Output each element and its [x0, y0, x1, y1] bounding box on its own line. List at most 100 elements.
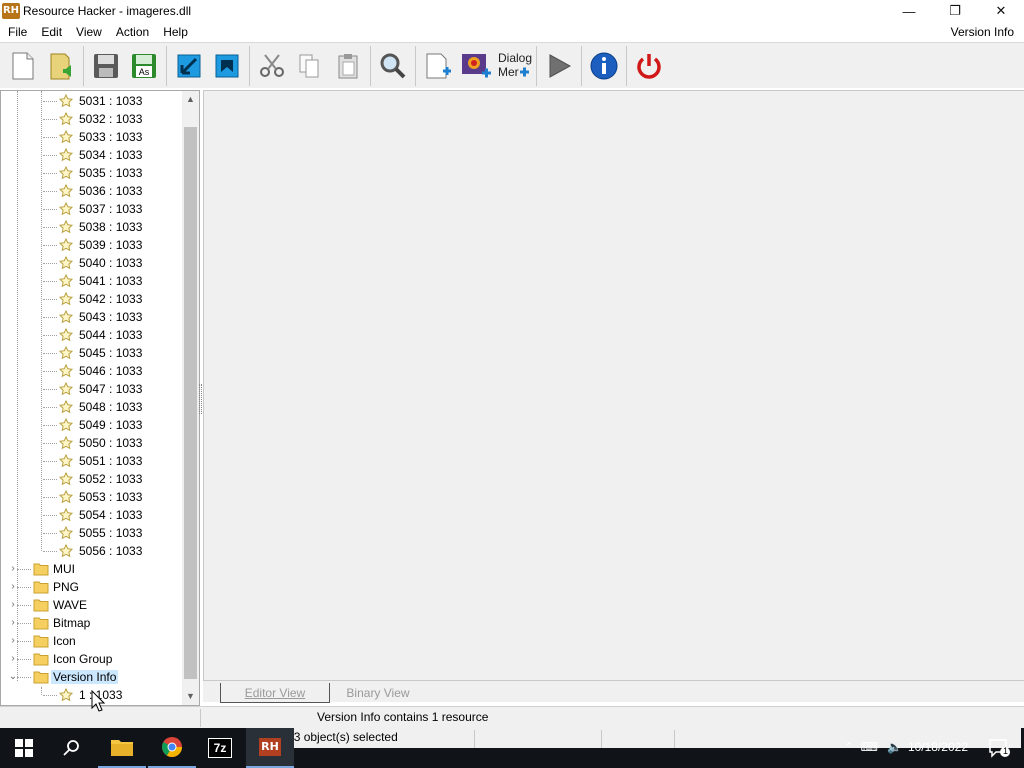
tree-item[interactable]: 5035 : 1033 [1, 164, 183, 182]
search-button[interactable] [48, 728, 96, 768]
tree-item[interactable]: 5048 : 1033 [1, 398, 183, 416]
editor-pane[interactable] [203, 90, 1024, 680]
open-file-button[interactable] [42, 46, 80, 86]
taskbar-resource-hacker[interactable]: RH [246, 728, 294, 768]
tree-item[interactable]: 5043 : 1033 [1, 308, 183, 326]
tree-item[interactable]: 5039 : 1033 [1, 236, 183, 254]
tree-item[interactable]: 5037 : 1033 [1, 200, 183, 218]
tree-item-label: 5035 : 1033 [79, 166, 143, 180]
tree-folder-icon-group[interactable]: › Icon Group [1, 650, 183, 668]
save-as-button[interactable]: As [125, 46, 163, 86]
tree-item[interactable]: 5049 : 1033 [1, 416, 183, 434]
tree-item[interactable]: 5046 : 1033 [1, 362, 183, 380]
tree-item-label: 5034 : 1033 [79, 148, 143, 162]
run-script-button[interactable] [540, 46, 578, 86]
menu-action[interactable]: Action [109, 25, 156, 39]
tree-item[interactable]: 5052 : 1033 [1, 470, 183, 488]
tree-item[interactable]: 5042 : 1033 [1, 290, 183, 308]
tree-folder-label: Version Info [51, 670, 119, 684]
taskbar-chrome[interactable] [148, 728, 196, 768]
tree-item[interactable]: 5055 : 1033 [1, 524, 183, 542]
new-script-button[interactable] [4, 46, 42, 86]
volume-icon[interactable]: 🔈 [887, 740, 902, 754]
dialog-menu-button[interactable]: Dialog Mer [495, 46, 533, 86]
menu-file[interactable]: File [0, 25, 34, 39]
tree-item-label: 5055 : 1033 [79, 526, 143, 540]
tree-item[interactable]: 5044 : 1033 [1, 326, 183, 344]
tree-scrollbar[interactable]: ▲ ▼ [182, 91, 199, 705]
start-button[interactable] [0, 728, 48, 768]
tree-item[interactable]: 5050 : 1033 [1, 434, 183, 452]
tree-item[interactable]: 5032 : 1033 [1, 110, 183, 128]
menu-edit[interactable]: Edit [34, 25, 69, 39]
tree-item[interactable]: 5053 : 1033 [1, 488, 183, 506]
toolbar-separator [370, 45, 371, 86]
find-button[interactable] [374, 46, 412, 86]
tree-folder-bitmap[interactable]: › Bitmap [1, 614, 183, 632]
taskbar-file-explorer[interactable] [98, 728, 146, 768]
tree-item[interactable]: 5045 : 1033 [1, 344, 183, 362]
taskbar-7zip[interactable]: 7z [196, 728, 244, 768]
tree-item[interactable]: 5033 : 1033 [1, 128, 183, 146]
open-file-icon [50, 53, 71, 79]
tree-folder-png[interactable]: › PNG [1, 578, 183, 596]
network-icon[interactable]: ⌨ [861, 740, 878, 754]
tree-item-label: 5049 : 1033 [79, 418, 143, 432]
toolbar-separator [415, 45, 416, 86]
tree-item[interactable]: 5034 : 1033 [1, 146, 183, 164]
tree-item-label: 5052 : 1033 [79, 472, 143, 486]
tree-connector [17, 677, 31, 678]
resource-bookmark-button[interactable] [208, 46, 246, 86]
tree-item[interactable]: 5047 : 1033 [1, 380, 183, 398]
tree-item[interactable]: 5054 : 1033 [1, 506, 183, 524]
tree-item[interactable]: 5036 : 1033 [1, 182, 183, 200]
copy-button[interactable] [291, 46, 329, 86]
tree-item-label: 5036 : 1033 [79, 184, 143, 198]
minimize-button[interactable]: — [886, 0, 932, 22]
info-button[interactable] [585, 46, 623, 86]
tree-connector [43, 173, 57, 174]
scroll-up-arrow[interactable]: ▲ [182, 91, 199, 108]
tree-item[interactable]: 5038 : 1033 [1, 218, 183, 236]
star-icon [58, 93, 74, 108]
tab-editor-view[interactable]: Editor View [220, 683, 330, 703]
maximize-button[interactable]: ❐ [932, 0, 978, 22]
tree-folder-version-info[interactable]: ⌄ Version Info [1, 668, 183, 686]
tab-binary-view[interactable]: Binary View [333, 683, 423, 703]
star-icon [58, 507, 74, 522]
tree-item[interactable]: 5056 : 1033 [1, 542, 183, 560]
menu-help[interactable]: Help [156, 25, 195, 39]
tree-item[interactable]: 5051 : 1033 [1, 452, 183, 470]
menu-view[interactable]: View [69, 25, 109, 39]
exit-button[interactable] [630, 46, 668, 86]
tray-chevron-icon[interactable]: ⌃ [844, 740, 854, 754]
add-image-resource-button[interactable] [457, 46, 495, 86]
notification-center-button[interactable]: 1 [988, 738, 1010, 758]
status-separator [200, 709, 201, 727]
scroll-down-arrow[interactable]: ▼ [182, 688, 199, 705]
tree-folder-wave[interactable]: › WAVE [1, 596, 183, 614]
resource-tree[interactable]: 5031 : 1033 5032 : 1033 5033 : 1033 5034 : … [0, 90, 200, 706]
copy-icon [299, 54, 319, 77]
tree-connector [43, 461, 57, 462]
cut-button[interactable] [253, 46, 291, 86]
save-button[interactable] [87, 46, 125, 86]
tree-folder-icon[interactable]: › Icon [1, 632, 183, 650]
paste-button[interactable] [329, 46, 367, 86]
add-resource-button[interactable] [419, 46, 457, 86]
close-button[interactable]: ✕ [978, 0, 1024, 22]
panel-splitter[interactable] [199, 384, 202, 414]
resource-extract-button[interactable] [170, 46, 208, 86]
tree-item-label: 5032 : 1033 [79, 112, 143, 126]
tree-item[interactable]: 5041 : 1033 [1, 272, 183, 290]
tree-item[interactable]: 5031 : 1033 [1, 92, 183, 110]
scrollbar-thumb[interactable] [184, 127, 197, 679]
toolbar: As Dialog Mer [0, 42, 1024, 88]
tree-folder-mui[interactable]: › MUI [1, 560, 183, 578]
notification-count: 1 [1002, 746, 1008, 756]
window-title: Resource Hacker - imageres.dll [23, 4, 192, 18]
tree-item[interactable]: 5040 : 1033 [1, 254, 183, 272]
tree-connector [43, 119, 57, 120]
taskbar-date[interactable]: 10/18/2022 [908, 740, 968, 754]
tree-item-label: 5039 : 1033 [79, 238, 143, 252]
